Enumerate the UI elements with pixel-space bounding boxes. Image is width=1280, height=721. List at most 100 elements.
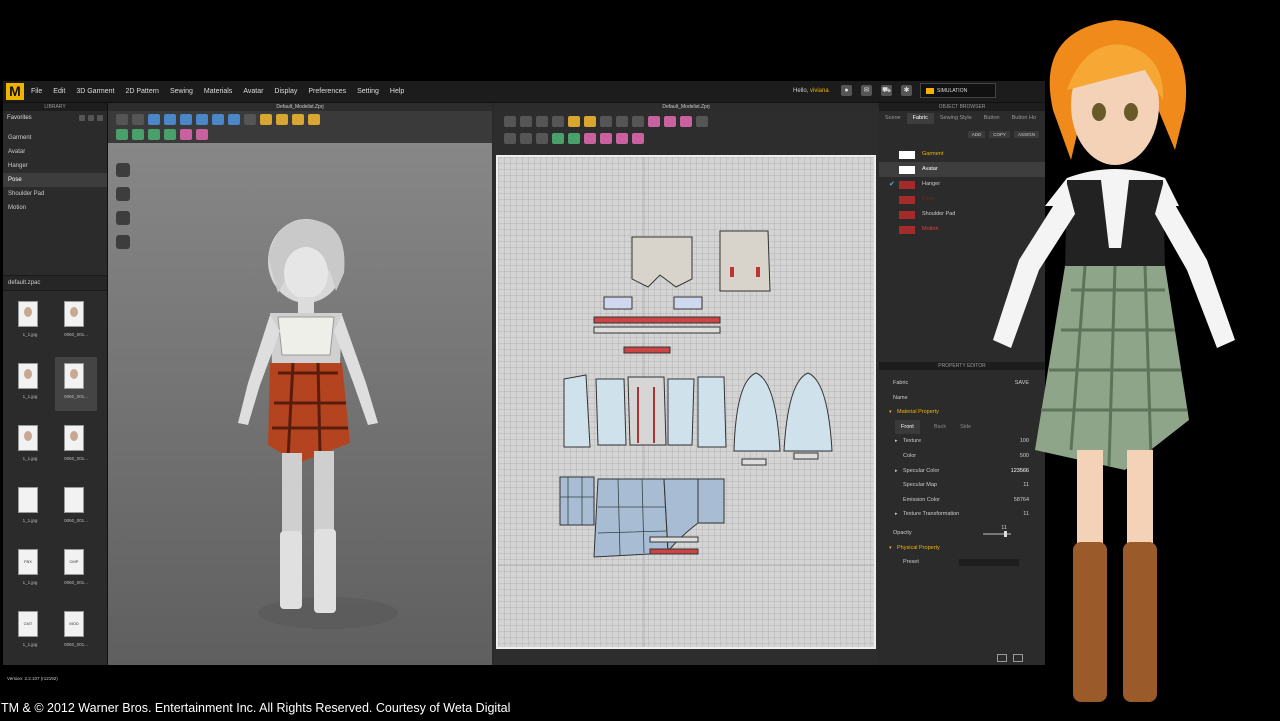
move-tool-icon[interactable] <box>132 114 144 125</box>
library-thumbnail[interactable]: 0060_001... <box>55 357 97 411</box>
tack-icon[interactable] <box>584 133 596 144</box>
viewport-2d[interactable]: Default_Modelist.Zprj <box>494 103 878 665</box>
pin-icon[interactable] <box>616 133 628 144</box>
seam-icon[interactable] <box>132 129 144 140</box>
free-sew-icon[interactable] <box>520 133 532 144</box>
collapse-icon[interactable]: ▾ <box>889 405 892 420</box>
avatar-icon[interactable] <box>308 114 320 125</box>
select-tool-icon[interactable] <box>116 114 128 125</box>
head-view-icon[interactable] <box>116 187 130 201</box>
library-thumbnail[interactable]: 0060_001... <box>55 295 97 349</box>
shirt-green-icon[interactable] <box>148 129 160 140</box>
library-item-hanger[interactable]: Hanger <box>3 159 107 173</box>
library-item-motion[interactable]: Motion <box>3 201 107 215</box>
tack-line-icon[interactable] <box>600 133 612 144</box>
library-item-shoulder-pad[interactable]: Shoulder Pad <box>3 187 107 201</box>
pleat-icon[interactable] <box>664 116 676 127</box>
grid-icon[interactable] <box>97 115 103 121</box>
tab-front[interactable]: Front <box>895 419 920 435</box>
library-thumbnail[interactable]: 1_1.jpg <box>9 295 51 349</box>
tab-fabric[interactable]: Fabric <box>906 113 934 124</box>
shoe-icon[interactable] <box>116 211 130 225</box>
library-thumbnail[interactable]: 0060_001... <box>55 419 97 473</box>
pattern-canvas[interactable] <box>496 155 876 649</box>
select-icon[interactable] <box>520 116 532 127</box>
circle-icon[interactable] <box>632 116 644 127</box>
library-thumbnail[interactable]: CMT 1_1.jpg <box>9 605 51 659</box>
library-file-name[interactable]: default.zpac <box>3 275 107 291</box>
garment-icon[interactable] <box>164 114 176 125</box>
file-type-icon: MOD <box>64 611 84 637</box>
expand-icon[interactable]: ▸ <box>895 434 898 449</box>
menu-preferences[interactable]: Preferences <box>308 81 346 102</box>
collapse-icon[interactable]: ▾ <box>889 541 892 556</box>
list-icon[interactable] <box>88 115 94 121</box>
person-icon[interactable] <box>292 114 304 125</box>
pose-icon[interactable] <box>244 114 256 125</box>
dress-icon[interactable] <box>212 114 224 125</box>
chat-icon[interactable]: ✉ <box>861 85 872 96</box>
transform-icon[interactable] <box>536 116 548 127</box>
menu-display[interactable]: Display <box>274 81 297 102</box>
menu-sewing[interactable]: Sewing <box>170 81 193 102</box>
expand-icon[interactable]: ▸ <box>895 464 898 479</box>
polygon-icon[interactable] <box>616 116 628 127</box>
menu-setting[interactable]: Setting <box>357 81 379 102</box>
menu-avatar[interactable]: Avatar <box>243 81 263 102</box>
sew-icon[interactable] <box>116 129 128 140</box>
graphic-icon[interactable] <box>568 133 580 144</box>
shirt-pink-icon[interactable] <box>180 129 192 140</box>
viewport-3d[interactable]: Default_Modelist.Zprj <box>108 103 492 665</box>
user-icon[interactable]: ● <box>841 85 852 96</box>
cart-icon[interactable]: ⛟ <box>881 85 892 96</box>
texture-icon[interactable] <box>552 133 564 144</box>
tab-sewing-style[interactable]: Sewing Style <box>934 113 978 124</box>
menu-2d-pattern[interactable]: 2D Pattern <box>125 81 158 102</box>
dart-icon[interactable] <box>648 116 660 127</box>
fold-icon[interactable] <box>680 116 692 127</box>
shirt-teal-icon[interactable] <box>164 129 176 140</box>
library-thumbnail[interactable]: MOD 0060_001... <box>55 605 97 659</box>
library-thumbnail[interactable]: 1_1.jpg <box>9 481 51 535</box>
shirt-icon[interactable] <box>180 114 192 125</box>
library-thumbnail[interactable]: 0060_001... <box>55 481 97 535</box>
library-thumbnail[interactable]: 1_1.jpg <box>9 357 51 411</box>
pen-icon[interactable] <box>584 116 596 127</box>
library-item-garment[interactable]: Garment <box>3 131 107 145</box>
elastic-icon[interactable] <box>632 133 644 144</box>
username[interactable]: viviana <box>810 88 829 94</box>
pants-icon[interactable] <box>196 114 208 125</box>
expand-icon[interactable]: ▸ <box>895 507 898 522</box>
library-item-pose[interactable]: Pose <box>3 173 107 187</box>
menu-3d-garment[interactable]: 3D Garment <box>76 81 114 102</box>
hat-icon[interactable] <box>228 114 240 125</box>
refresh-icon[interactable] <box>504 116 516 127</box>
run-icon[interactable] <box>260 114 272 125</box>
tab-side[interactable]: Side <box>960 420 971 435</box>
menu-file[interactable]: File <box>31 81 42 102</box>
avatar-view-icon[interactable] <box>116 163 130 177</box>
tab-back[interactable]: Back <box>934 420 946 435</box>
edit-point-icon[interactable] <box>552 116 564 127</box>
library-thumbnail[interactable]: 1_1.jpg <box>9 419 51 473</box>
library-thumbnail[interactable]: FBX 1_1.jpg <box>9 543 51 597</box>
gear-icon[interactable]: ✱ <box>901 85 912 96</box>
library-item-avatar[interactable]: Avatar <box>3 145 107 159</box>
menu-help[interactable]: Help <box>390 81 404 102</box>
grid-view-icon[interactable] <box>696 116 708 127</box>
favorites-label[interactable]: Favorites <box>7 115 32 121</box>
menu-edit[interactable]: Edit <box>53 81 65 102</box>
check-sew-icon[interactable] <box>536 133 548 144</box>
tab-scene[interactable]: Scene <box>879 113 907 124</box>
shirt-magenta-icon[interactable] <box>196 129 208 140</box>
sphere-icon[interactable] <box>116 235 130 249</box>
segment-sew-icon[interactable] <box>504 133 516 144</box>
menu-materials[interactable]: Materials <box>204 81 232 102</box>
fabric-name: Garment <box>922 151 944 157</box>
add-icon[interactable] <box>79 115 85 121</box>
simulate-icon[interactable] <box>148 114 160 125</box>
library-thumbnail[interactable]: CMP 0060_001... <box>55 543 97 597</box>
curve-icon[interactable] <box>568 116 580 127</box>
sun-icon[interactable] <box>276 114 288 125</box>
rectangle-icon[interactable] <box>600 116 612 127</box>
